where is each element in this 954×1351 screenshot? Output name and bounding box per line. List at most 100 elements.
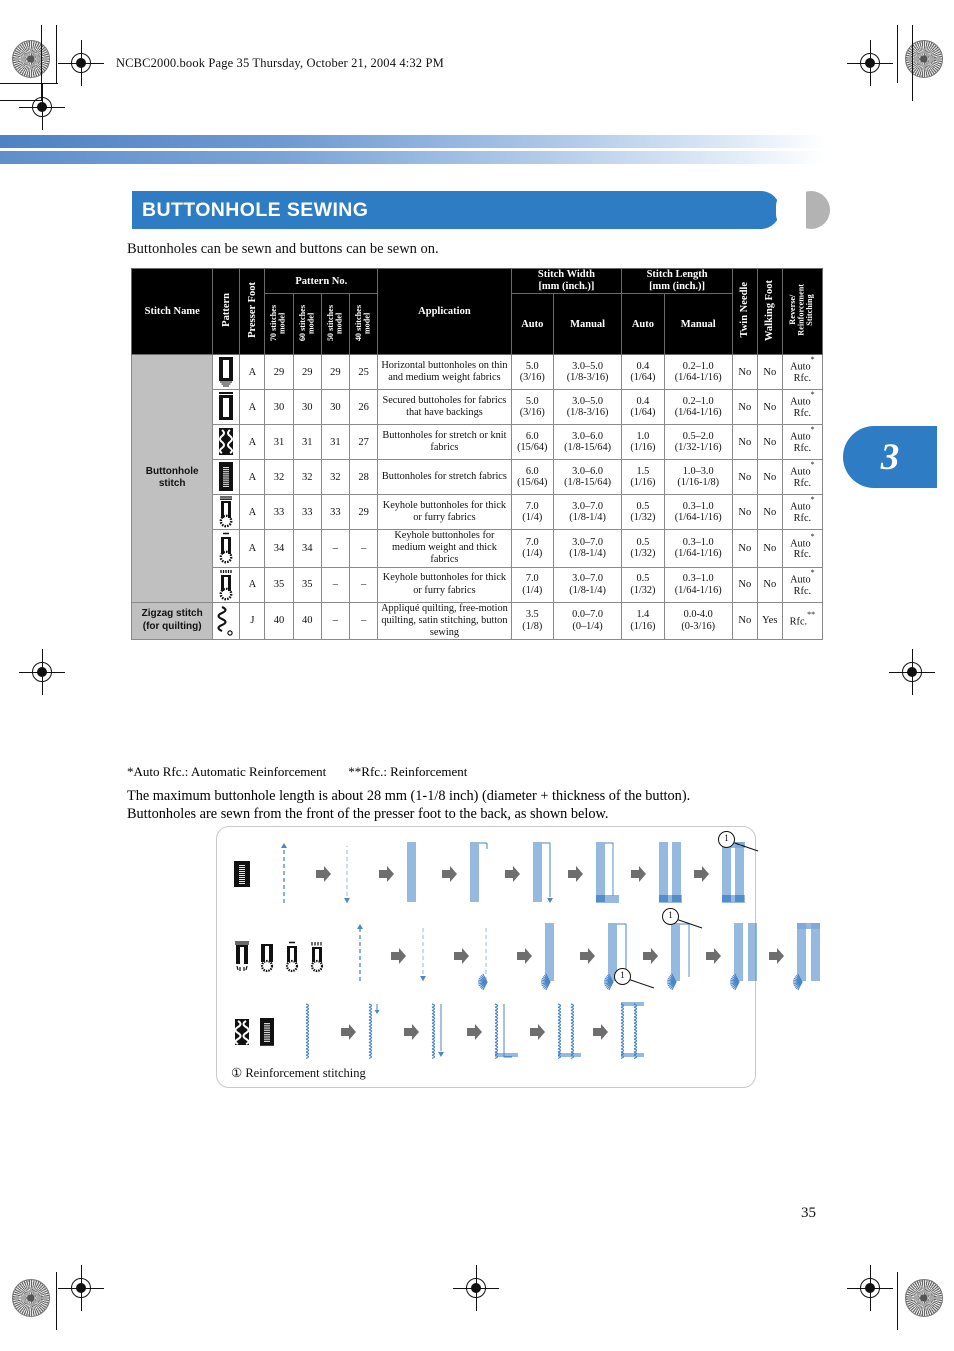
length-manual-cell: 1.0–3.0 (1/16-1/8) <box>663 459 733 496</box>
footnote-max-length: The maximum buttonhole length is about 2… <box>127 788 691 804</box>
buttonhole-stretch-icon <box>219 428 234 456</box>
diagram-caption: ① Reinforcement stitching <box>231 1066 366 1080</box>
trim-line-bottom-right-vertical <box>897 1272 899 1330</box>
model-40-cell: – <box>348 566 379 603</box>
pattern-cell <box>212 566 241 603</box>
diagram-step-8 <box>788 919 828 993</box>
application-cell: Appliqué quilting, free-motion quilting,… <box>377 601 512 640</box>
diagram-step <box>431 1003 444 1059</box>
presser-foot-cell: A <box>239 354 266 391</box>
length-manual-cell: 0.3–1.0 (1/64-1/16) <box>663 494 733 531</box>
model-70-cell: 34 <box>264 529 294 568</box>
length-manual-cell: 0.3–1.0 (1/64-1/16) <box>663 566 733 603</box>
col-model-40-label: 40 stitches model <box>353 304 372 341</box>
col-model-50-label: 50 stitches model <box>325 304 344 341</box>
table-header: Stitch Name Pattern Presser Foot Pattern… <box>130 267 824 356</box>
callout-reinforcement-2: 1 <box>662 908 710 939</box>
flow-arrow-icon <box>631 866 646 882</box>
flow-arrow-icon <box>643 948 658 964</box>
model-60-cell: 31 <box>292 424 322 461</box>
diagram-step-1 <box>347 919 387 993</box>
reverse-reinforcement-cell: Auto* Rfc. <box>781 494 824 531</box>
diagram-step <box>478 927 488 991</box>
presser-foot-cell: J <box>239 601 266 640</box>
length-manual-cell: 0.3–1.0 (1/64-1/16) <box>663 529 733 568</box>
presser-foot-cell: A <box>239 424 266 461</box>
model-60-cell: 34 <box>292 529 322 568</box>
col-pattern: Pattern <box>212 267 241 356</box>
twin-needle-cell: No <box>731 601 758 640</box>
diagram-step <box>305 1003 310 1059</box>
width-manual-cell: 3.0–6.0 (1/8-15/64) <box>552 459 623 496</box>
length-auto-cell: 0.4 (1/64) <box>621 389 665 426</box>
diagram-step <box>420 927 426 981</box>
col-twin-needle: Twin Needle <box>731 267 758 356</box>
callout-reinforcement-3: 1 <box>614 968 662 999</box>
print-header-text: NCBC2000.book Page 35 Thursday, October … <box>116 56 444 70</box>
length-auto-cell: 1.5 (1/16) <box>621 459 665 496</box>
width-auto-cell: 3.5 (1/8) <box>510 601 554 640</box>
callout-number: 1 <box>614 968 631 985</box>
flow-arrow-icon <box>379 866 394 882</box>
table-row: Zigzag stitch (for quilting) J 40 40– – Appl… <box>130 601 824 640</box>
application-cell: Keyhole buttonholes for thick or furry f… <box>377 566 512 603</box>
pattern-cell <box>212 529 241 568</box>
diagram-step <box>357 924 363 981</box>
footnote-sewing-direction: Buttonholes are sewn from the front of t… <box>127 806 609 822</box>
diagram-step-3 <box>423 999 463 1065</box>
model-40-cell: – <box>348 601 379 640</box>
footnote-auto-rfc: *Auto Rfc.: Automatic Reinforcement <box>127 764 327 779</box>
model-50-cell: 30 <box>320 389 351 426</box>
walking-foot-cell: No <box>756 566 783 603</box>
halftone-registration-dot-topright <box>905 40 943 78</box>
pattern-cell <box>212 424 241 461</box>
trim-line-top-horizontal <box>0 83 58 85</box>
col-model-70: 70 stitches model <box>264 293 294 356</box>
diagram-step-2 <box>410 919 450 993</box>
twin-needle-cell: No <box>731 529 758 568</box>
width-auto-cell: 5.0 (3/16) <box>510 354 554 391</box>
model-50-cell: 31 <box>320 424 351 461</box>
presser-foot-cell: A <box>239 389 266 426</box>
diagram-step <box>541 923 554 991</box>
walking-foot-cell: No <box>756 494 783 531</box>
diagram-step <box>659 842 682 903</box>
callout-number: 1 <box>662 908 679 925</box>
table-row: A 33 33 33 29 Keyhole buttonholes for thick o… <box>132 494 824 531</box>
crosshair-mark-bottom-center <box>453 1265 499 1311</box>
keyhole-a-icon <box>235 940 249 971</box>
diagram-step <box>368 1003 380 1059</box>
pattern-cell <box>212 494 241 531</box>
walking-foot-cell: No <box>756 354 783 391</box>
diagram-step-4 <box>486 999 526 1065</box>
model-70-cell: 35 <box>264 566 294 603</box>
walking-foot-cell: No <box>756 424 783 461</box>
model-70-cell: 30 <box>264 389 294 426</box>
trim-line-bottom-left-vertical <box>56 1272 58 1330</box>
width-manual-cell: 0.0–7.0 (0–1/4) <box>552 601 623 640</box>
flow-arrow-icon <box>505 866 520 882</box>
col-reverse-reinforcement-label: Reverse/ Reinforcement Stitching <box>788 284 815 336</box>
diagram-step-3 <box>398 837 438 911</box>
col-stitch-name: Stitch Name <box>130 267 214 356</box>
width-manual-cell: 3.0–7.0 (1/8-1/4) <box>552 529 623 568</box>
diagram-step <box>793 923 820 991</box>
length-auto-cell: 1.4 (1/16) <box>621 601 665 640</box>
width-auto-cell: 7.0 (1/4) <box>510 494 554 531</box>
width-auto-cell: 7.0 (1/4) <box>510 566 554 603</box>
diagram-step-5 <box>549 999 589 1065</box>
trim-line-top-horizontal-2 <box>0 100 42 102</box>
col-length-manual: Manual <box>663 293 733 356</box>
walking-foot-cell: No <box>756 389 783 426</box>
model-40-cell: 27 <box>348 424 379 461</box>
model-50-cell: 32 <box>320 459 351 496</box>
twin-needle-cell: No <box>731 494 758 531</box>
trim-line-left-vertical <box>56 25 58 83</box>
col-twin-needle-label: Twin Needle <box>739 282 751 338</box>
buttonhole-bartack-icon <box>219 357 234 387</box>
width-manual-cell: 3.0–5.0 (1/8-3/16) <box>552 354 623 391</box>
model-60-cell: 35 <box>292 566 322 603</box>
length-manual-cell: 0.0-4.0 (0-3/16) <box>663 601 733 640</box>
walking-foot-cell: No <box>756 459 783 496</box>
flow-arrow-icon <box>442 866 457 882</box>
